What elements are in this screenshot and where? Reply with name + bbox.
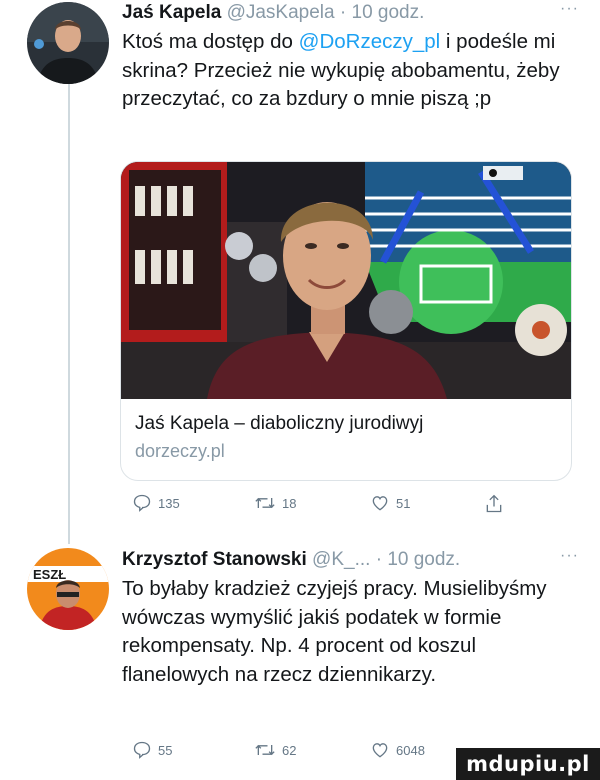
link-card[interactable]: Jaś Kapela – diaboliczny jurodiwyj dorze… bbox=[120, 161, 572, 481]
separator: · bbox=[334, 2, 352, 23]
retweet-button[interactable]: 62 bbox=[254, 740, 296, 760]
more-options-icon[interactable]: ··· bbox=[560, 547, 579, 565]
author-handle[interactable]: @K_... bbox=[312, 549, 370, 570]
reply-count: 135 bbox=[158, 495, 180, 511]
reply-icon bbox=[133, 494, 151, 512]
retweet-button[interactable]: 18 bbox=[254, 493, 296, 513]
reply-button[interactable]: 55 bbox=[132, 740, 172, 760]
more-options-icon[interactable]: ··· bbox=[560, 0, 579, 18]
timestamp[interactable]: 10 godz. bbox=[352, 2, 425, 23]
author-handle[interactable]: @JasKapela bbox=[227, 2, 335, 23]
avatar[interactable]: ESZŁ bbox=[27, 548, 109, 630]
reply-button[interactable]: 135 bbox=[132, 493, 180, 513]
like-icon bbox=[372, 743, 388, 758]
tweet-text: To byłaby kradzież czyjejś pracy. Musiel… bbox=[122, 577, 547, 686]
avatar[interactable] bbox=[27, 2, 109, 84]
svg-text:ESZŁ: ESZŁ bbox=[33, 567, 66, 582]
author-name[interactable]: Jaś Kapela bbox=[122, 2, 221, 23]
tweet-header: Jaś Kapela @JasKapela · 10 godz. ··· bbox=[122, 0, 578, 24]
separator: · bbox=[370, 549, 388, 570]
like-button[interactable]: 51 bbox=[370, 493, 410, 513]
thread-connector bbox=[68, 84, 70, 544]
card-image bbox=[121, 162, 571, 399]
tweet-actions: 135 18 51 bbox=[132, 493, 552, 521]
like-icon bbox=[372, 496, 388, 511]
card-domain: dorzeczy.pl bbox=[135, 441, 225, 461]
share-icon bbox=[486, 494, 502, 513]
retweet-icon bbox=[255, 744, 275, 756]
tweet-header: Krzysztof Stanowski @K_... · 10 godz. ··… bbox=[122, 547, 578, 571]
retweet-count: 18 bbox=[282, 495, 297, 511]
watermark-logo: mdupiu.pl bbox=[456, 748, 600, 780]
retweet-count: 62 bbox=[282, 742, 297, 758]
tweet-text-part: Ktoś ma dostęp do bbox=[122, 30, 299, 53]
timestamp[interactable]: 10 godz. bbox=[387, 549, 460, 570]
reply-icon bbox=[133, 741, 151, 759]
mention-link[interactable]: @DoRzeczy_pl bbox=[299, 30, 441, 53]
author-name[interactable]: Krzysztof Stanowski bbox=[122, 549, 307, 570]
reply-count: 55 bbox=[158, 742, 173, 758]
share-button[interactable] bbox=[484, 493, 510, 515]
retweet-icon bbox=[255, 497, 275, 509]
card-title[interactable]: Jaś Kapela – diaboliczny jurodiwyj bbox=[135, 413, 423, 435]
tweet-text: Ktoś ma dostęp do @DoRzeczy_pl i podeśle… bbox=[122, 28, 582, 114]
like-button[interactable]: 6048 bbox=[370, 740, 425, 760]
like-count: 51 bbox=[396, 495, 411, 511]
like-count: 6048 bbox=[396, 742, 425, 758]
